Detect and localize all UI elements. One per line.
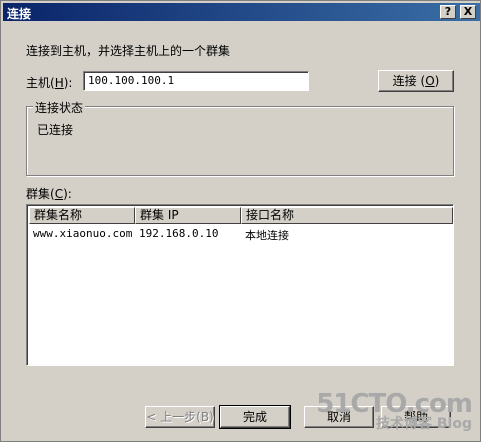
finish-button[interactable]: 完成 — [219, 405, 291, 429]
connection-status-legend: 连接状态 — [33, 99, 86, 116]
cell-cluster-ip: 192.168.0.10 — [139, 227, 219, 240]
window-title: 连接 — [7, 7, 32, 21]
column-cluster-name[interactable]: 群集名称 — [29, 207, 135, 224]
column-cluster-ip[interactable]: 群集 IP — [135, 207, 241, 224]
close-icon[interactable]: X — [460, 5, 476, 19]
watermark-site: 51CTO.com — [316, 389, 473, 419]
connect-button[interactable]: 连接 (O) — [378, 70, 454, 92]
connection-status-text: 已连接 — [37, 123, 74, 137]
cluster-list-header: 群集名称 群集 IP 接口名称 — [29, 207, 453, 224]
back-button[interactable]: < 上一步(B) — [145, 406, 215, 428]
connection-status-group: 连接状态 已连接 — [26, 99, 454, 176]
cluster-list[interactable]: 群集名称 群集 IP 接口名称 www.xiaonuo.com 192.168.… — [26, 204, 454, 366]
host-input[interactable]: 100.100.100.1 — [83, 71, 309, 91]
cell-interface-name: 本地连接 — [245, 229, 289, 242]
connect-dialog: 连接 ? X 连接到主机，并选择主机上的一个群集 主机(H): 100.100.… — [0, 0, 481, 442]
table-row[interactable]: www.xiaonuo.com 192.168.0.10 本地连接 — [29, 226, 451, 242]
column-interface-name[interactable]: 接口名称 — [241, 207, 453, 224]
watermark-blog: Blog — [436, 416, 472, 432]
host-label: 主机(H): — [26, 76, 73, 90]
watermark-logo: 51CTO.com 技术博客 Blog — [316, 389, 473, 432]
help-icon[interactable]: ? — [440, 5, 456, 19]
title-bar: 连接 ? X — [3, 3, 480, 21]
cluster-label: 群集(C): — [26, 187, 72, 201]
intro-text: 连接到主机，并选择主机上的一个群集 — [26, 44, 231, 58]
cell-cluster-name: www.xiaonuo.com — [33, 227, 133, 240]
watermark-sub: 技术博客 — [376, 416, 433, 432]
